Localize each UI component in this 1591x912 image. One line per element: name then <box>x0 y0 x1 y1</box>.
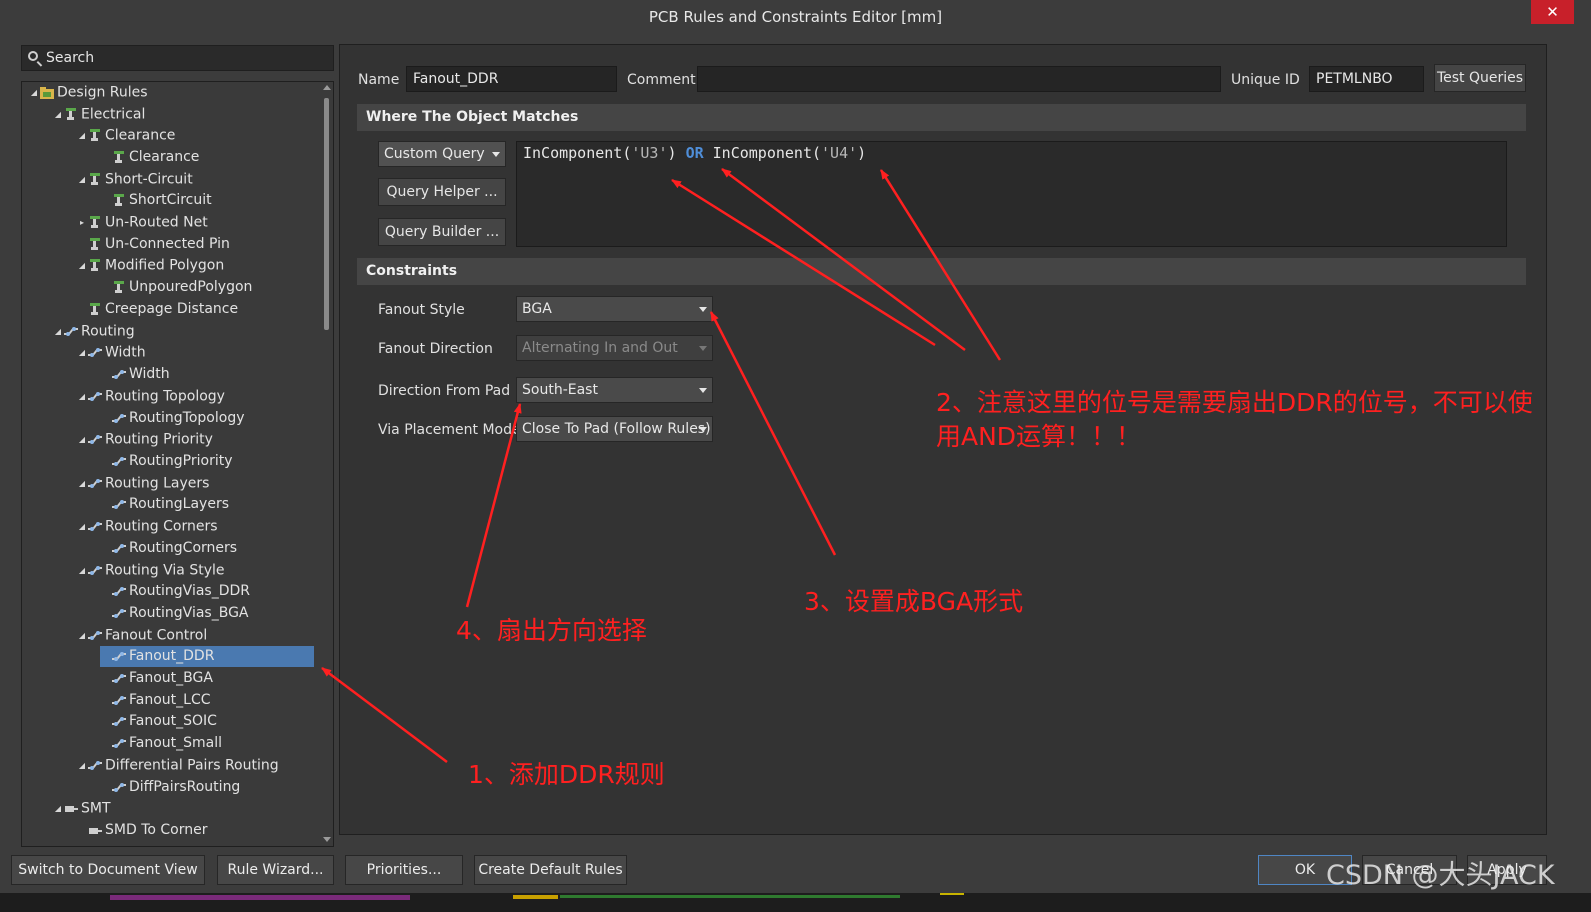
arrow-to-fanout-ddr <box>321 667 448 763</box>
annotation-3: 3、设置成BGA形式 <box>804 587 1024 616</box>
annotation-2: 2、注意这里的位号是需要扇出DDR的位号，不可以使用AND运算！！！ <box>936 388 1533 451</box>
annotation-arrows <box>321 167 1002 763</box>
arrow-to-fanout-style <box>709 311 837 556</box>
arrow-to-direction-from-pad <box>465 403 522 608</box>
annotation-4: 4、扇出方向选择 <box>456 616 647 645</box>
arrow-to-u3 <box>671 178 936 347</box>
annotation-1: 1、添加DDR规则 <box>468 760 665 789</box>
arrow-to-or <box>721 167 966 352</box>
